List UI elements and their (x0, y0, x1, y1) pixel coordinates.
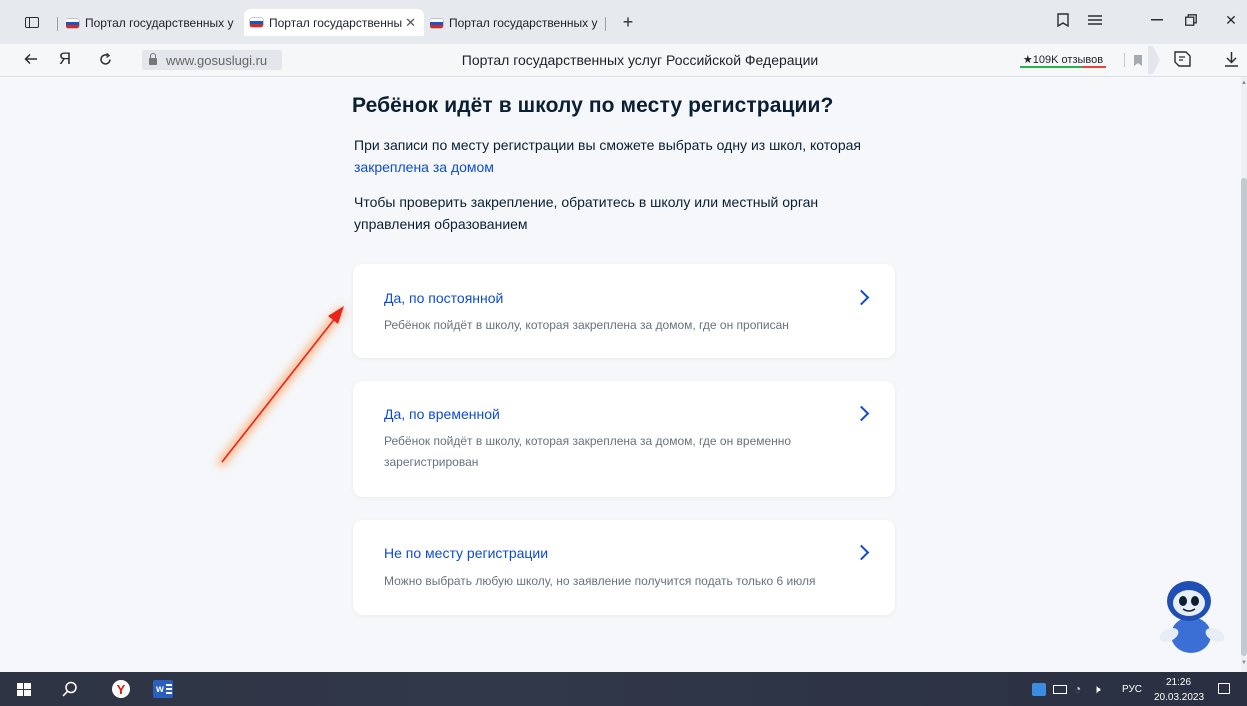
collections-icon[interactable] (1054, 10, 1072, 30)
lock-icon (149, 52, 157, 65)
option-card-permanent[interactable]: Да, по постоянной Ребёнок пойдёт в школу… (353, 264, 895, 358)
tab-title: Портал государственных у (85, 16, 234, 30)
russia-flag-icon (66, 18, 79, 28)
download-icon[interactable] (1222, 48, 1240, 70)
tab-title: Портал государственных у (449, 16, 598, 30)
word-label: w (156, 683, 164, 695)
intro-text: При записи по месту регистрации вы сможе… (354, 137, 861, 153)
minimize-icon[interactable] (1148, 10, 1166, 30)
tab-separator (605, 17, 606, 31)
yandex-browser-taskbar-icon[interactable]: Y (112, 680, 130, 698)
chevron-right-icon (853, 544, 870, 561)
reviews-badge[interactable]: ★109K отзывов (1016, 49, 1110, 69)
clock-time[interactable]: 21:26 (1166, 677, 1191, 688)
windows-start-icon[interactable] (17, 683, 31, 696)
network-tray-icon[interactable] (1053, 685, 1067, 694)
check-paragraph: Чтобы проверить закрепление, обратитесь … (354, 194, 819, 232)
notifications-icon[interactable] (1218, 683, 1230, 694)
scroll-down-arrow-icon[interactable]: ▼ (1241, 660, 1247, 666)
tab-separator (57, 17, 58, 31)
new-tab-button[interactable]: + (618, 11, 638, 33)
option-title: Не по месту регистрации (384, 545, 549, 561)
yandex-y-icon: Y (116, 681, 126, 697)
close-tab-icon[interactable]: ✕ (405, 15, 416, 31)
intro-paragraph: При записи по месту регистрации вы сможе… (354, 134, 914, 178)
option-title: Да, по постоянной (384, 290, 504, 306)
option-title: Да, по временной (384, 406, 500, 422)
scroll-up-arrow-icon[interactable]: ▲ (1241, 80, 1247, 86)
back-arrow-icon[interactable] (22, 49, 40, 69)
wifi-tray-icon[interactable]: ◔ (1074, 682, 1081, 696)
clock-date[interactable]: 20.03.2023 (1154, 692, 1204, 703)
fixed-to-house-link[interactable]: закреплена за домом (354, 159, 494, 175)
option-description: Ребёнок пойдёт в школу, которая закрепле… (384, 434, 792, 469)
option-card-temporary[interactable]: Да, по временной Ребёнок пойдёт в школу,… (353, 381, 895, 497)
russia-flag-icon (430, 18, 443, 28)
option-description: Можно выбрать любую школу, но заявление … (384, 574, 816, 588)
russia-flag-icon (250, 18, 263, 27)
word-lines-icon (165, 683, 172, 695)
robot-assistant-icon[interactable] (1155, 577, 1227, 657)
tab-1[interactable]: Портал государственных у (66, 11, 238, 35)
search-icon[interactable] (62, 681, 78, 697)
protect-icon[interactable] (1172, 48, 1192, 70)
tab-2-active[interactable]: Портал государственны ✕ (244, 9, 424, 36)
address-bar[interactable]: www.gosuslugi.ru (142, 50, 282, 70)
close-window-icon[interactable]: ✕ (1222, 10, 1240, 30)
chevron-right-icon (853, 405, 870, 422)
option-description: Ребёнок пойдёт в школу, которая закрепле… (384, 318, 789, 332)
chevron-right-icon (853, 289, 870, 306)
browser-tab-bar: Портал государственных у Портал государс… (0, 0, 1247, 44)
url-text: www.gosuslugi.ru (166, 52, 268, 68)
bookmark-icon[interactable] (1130, 50, 1146, 70)
annotation-arrow-icon (217, 306, 345, 467)
volume-tray-icon[interactable]: 🕨 (1093, 682, 1101, 697)
page-heading: Ребёнок идёт в школу по месту регистраци… (352, 94, 834, 117)
sidebar-toggle-icon[interactable] (22, 13, 42, 31)
word-taskbar-icon[interactable]: w (153, 680, 173, 698)
reload-icon[interactable] (96, 49, 114, 69)
tab-title: Портал государственны (269, 15, 403, 30)
scrollbar-thumb[interactable] (1241, 178, 1247, 656)
menu-icon[interactable] (1086, 10, 1104, 30)
security-tray-icon[interactable] (1032, 683, 1046, 696)
tab-3[interactable]: Портал государственных у (430, 11, 598, 35)
option-card-not-registration[interactable]: Не по месту регистрации Можно выбрать лю… (353, 520, 895, 615)
yandex-logo-icon[interactable]: Я (57, 48, 73, 70)
page-title-in-addressbar[interactable]: Портал государственных услуг Российской … (440, 48, 840, 72)
language-indicator[interactable]: РУС (1122, 684, 1142, 695)
restore-icon[interactable] (1182, 10, 1200, 30)
nav-separator (1124, 53, 1125, 67)
